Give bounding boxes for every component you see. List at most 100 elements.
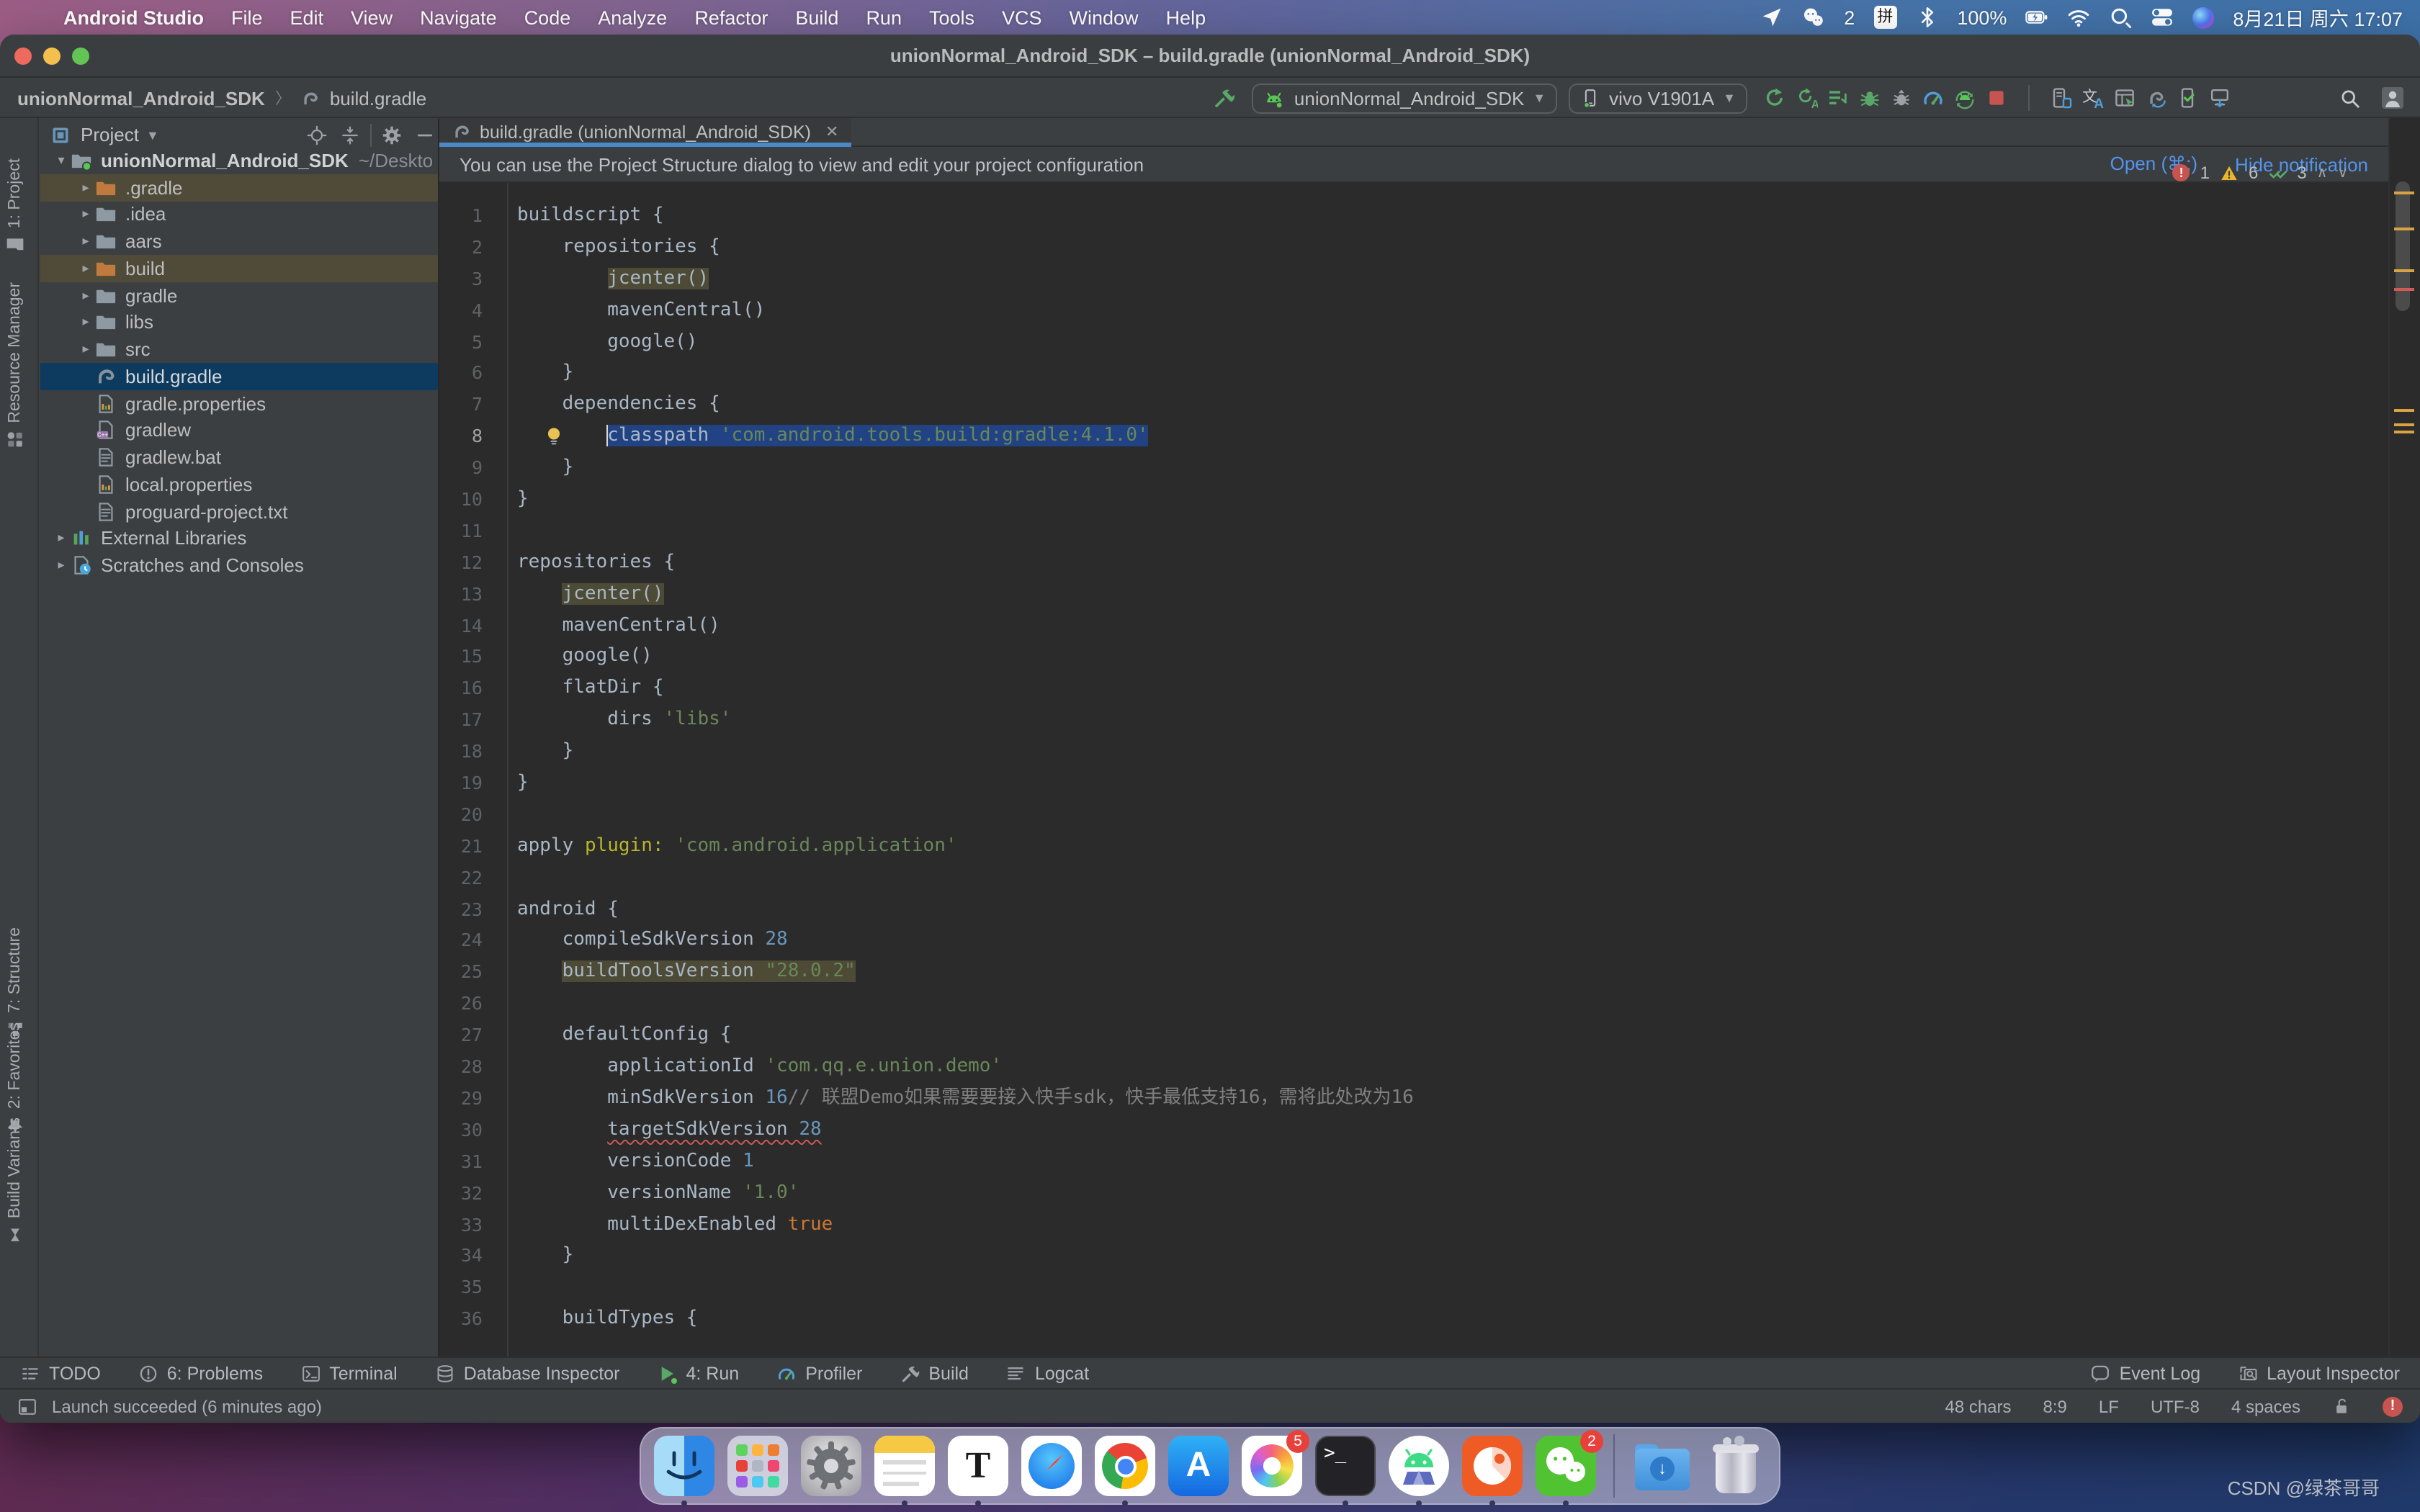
tree-item-scratches-and-consoles[interactable]: ▸Scratches and Consoles (40, 552, 438, 580)
code-line-29[interactable]: 29 minSdkVersion 16// 联盟Demo如果需要要接入快手sdk… (439, 1083, 2388, 1115)
warning-stripe-mark[interactable] (2394, 409, 2414, 412)
apple-icon[interactable] (17, 6, 36, 29)
battery-icon[interactable] (2025, 6, 2048, 29)
profile-avatar[interactable] (2377, 82, 2408, 114)
code-line-17[interactable]: 17 dirs 'libs' (439, 705, 2388, 737)
menubar-clock[interactable]: 8月21日 周六 17:07 (2233, 3, 2403, 32)
menu-file[interactable]: File (231, 6, 263, 28)
tool-window-button-6-problems[interactable]: 6: Problems (138, 1363, 263, 1383)
code-line-31[interactable]: 31 versionCode 1 (439, 1146, 2388, 1177)
code-line-4[interactable]: 4 mavenCentral() (439, 294, 2388, 326)
menu-help[interactable]: Help (1166, 6, 1206, 28)
tree-item-src[interactable]: ▸src (40, 336, 438, 364)
menu-run[interactable]: Run (866, 6, 902, 28)
run-configuration-select[interactable]: unionNormal_Android_SDK ▼ (1252, 83, 1557, 113)
warning-stripe-mark[interactable] (2394, 228, 2414, 230)
tree-item-unionnormal-android-sdk[interactable]: ▾unionNormal_Android_SDK~/Deskto (40, 147, 438, 174)
tool-window-button-todo[interactable]: TODO (20, 1363, 101, 1383)
status-segment-5[interactable]: 4 spaces (2231, 1396, 2300, 1416)
status-message[interactable]: Launch succeeded (6 minutes ago) (52, 1396, 322, 1416)
tree-item-gradlew.bat[interactable]: gradlew.bat (40, 444, 438, 472)
code-line-35[interactable]: 35 (439, 1272, 2388, 1304)
chevron-right-icon[interactable]: ▸ (76, 287, 95, 303)
code-line-7[interactable]: 7 dependencies { (439, 390, 2388, 421)
dock-android-studio-icon[interactable] (1389, 1436, 1449, 1496)
sdk-manager-button[interactable] (2204, 82, 2236, 114)
gear-icon[interactable] (379, 122, 405, 148)
tree-item-build[interactable]: ▸build (40, 255, 438, 282)
dock-notes-icon[interactable] (874, 1436, 935, 1496)
code-line-15[interactable]: 15 google() (439, 642, 2388, 673)
code-line-3[interactable]: 3 jcenter() (439, 264, 2388, 295)
status-segment-1[interactable]: 48 chars (1945, 1396, 2011, 1416)
prev-problem-icon[interactable]: ∧ (2317, 165, 2328, 181)
tool-stripe-build-variants[interactable]: Build Variants (6, 1117, 24, 1244)
menu-tools[interactable]: Tools (929, 6, 974, 28)
code-line-25[interactable]: 25 buildToolsVersion "28.0.2" (439, 957, 2388, 989)
intention-bulb-icon[interactable] (543, 425, 565, 446)
wifi-icon[interactable] (2067, 6, 2090, 29)
layout-inspector-button[interactable] (2109, 82, 2141, 114)
tree-item-build.gradle[interactable]: build.gradle (40, 363, 438, 390)
tool-window-button-build[interactable]: Build (900, 1363, 969, 1383)
device-select[interactable]: vivo V1901A ▼ (1569, 83, 1747, 113)
inspections-widget[interactable]: ! 1 6 3 ∧ ∨ (2173, 163, 2348, 183)
pair-devices-button[interactable] (2172, 82, 2204, 114)
code-line-2[interactable]: 2 repositories { (439, 232, 2388, 264)
chevron-right-icon[interactable]: ▸ (76, 233, 95, 249)
build-hammer-icon[interactable] (1209, 82, 1241, 114)
siri-icon[interactable] (2192, 6, 2214, 28)
code-line-8[interactable]: 8 classpath 'com.android.tools.build:gra… (439, 420, 2388, 452)
wechat-menubar-icon[interactable] (1802, 6, 1825, 29)
chevron-down-icon[interactable]: ▾ (52, 153, 71, 168)
tree-item-gradlew[interactable]: C++gradlew (40, 417, 438, 444)
tree-item-aars[interactable]: ▸aars (40, 228, 438, 256)
dock-app-store-icon[interactable]: A (1168, 1436, 1229, 1496)
code-line-30[interactable]: 30 targetSdkVersion 28 (439, 1115, 2388, 1146)
menu-analyze[interactable]: Analyze (598, 6, 667, 28)
spotlight-icon[interactable] (2109, 6, 2132, 29)
code-line-9[interactable]: 9 } (439, 452, 2388, 484)
code-line-28[interactable]: 28 applicationId 'com.qq.e.union.demo' (439, 1051, 2388, 1083)
warning-stripe-mark[interactable] (2394, 192, 2414, 194)
menu-code[interactable]: Code (524, 6, 571, 28)
code-line-27[interactable]: 27 defaultConfig { (439, 1020, 2388, 1051)
close-tab-icon[interactable]: ✕ (825, 122, 838, 141)
dock-launchpad-icon[interactable] (727, 1436, 788, 1496)
tool-window-button-event-log[interactable]: Event Log (2091, 1363, 2201, 1383)
status-segment-2[interactable]: 8:9 (2043, 1396, 2067, 1416)
attach-debugger-button[interactable] (1886, 82, 1917, 114)
menu-refactor[interactable]: Refactor (694, 6, 768, 28)
gradle-sync-button[interactable] (2141, 82, 2172, 114)
locate-file-icon[interactable] (304, 122, 330, 148)
dock-safari-icon[interactable] (1021, 1436, 1082, 1496)
code-line-16[interactable]: 16 flatDir { (439, 673, 2388, 705)
rerun-button[interactable] (1759, 82, 1791, 114)
translations-editor-button[interactable]: 文A (2077, 82, 2109, 114)
code-line-12[interactable]: 12repositories { (439, 547, 2388, 579)
menu-edit[interactable]: Edit (290, 6, 324, 28)
code-line-22[interactable]: 22 (439, 862, 2388, 894)
dock-postman-icon[interactable] (1462, 1436, 1523, 1496)
tree-item-gradle.properties[interactable]: gradle.properties (40, 390, 438, 418)
code-line-6[interactable]: 6 } (439, 358, 2388, 390)
chevron-right-icon[interactable]: ▸ (76, 207, 95, 222)
warning-stripe-mark[interactable] (2394, 269, 2414, 272)
code-line-32[interactable]: 32 versionName '1.0' (439, 1177, 2388, 1209)
editor-tab-build-gradle[interactable]: build.gradle (unionNormal_Android_SDK) ✕ (439, 118, 851, 145)
tool-stripe-1-project[interactable]: 1: Project (6, 158, 24, 254)
rerun-tests-button[interactable]: A (1791, 82, 1822, 114)
tool-window-switcher-icon[interactable] (17, 1396, 37, 1416)
lock-icon[interactable] (2332, 1397, 2351, 1416)
code-line-19[interactable]: 19} (439, 768, 2388, 799)
chevron-down-icon[interactable]: ▼ (146, 127, 159, 142)
tool-window-button-database-inspector[interactable]: Database Inspector (435, 1363, 620, 1383)
tree-item-libs[interactable]: ▸libs (40, 309, 438, 336)
window-titlebar[interactable]: unionNormal_Android_SDK – build.gradle (… (0, 35, 2420, 78)
code-line-20[interactable]: 20 (439, 799, 2388, 831)
breadcrumb-file[interactable]: build.gradle (330, 87, 426, 109)
menu-window[interactable]: Window (1070, 6, 1139, 28)
menu-build[interactable]: Build (795, 6, 838, 28)
search-everywhere-icon[interactable] (2334, 82, 2365, 114)
stop-button[interactable] (1981, 82, 2012, 114)
